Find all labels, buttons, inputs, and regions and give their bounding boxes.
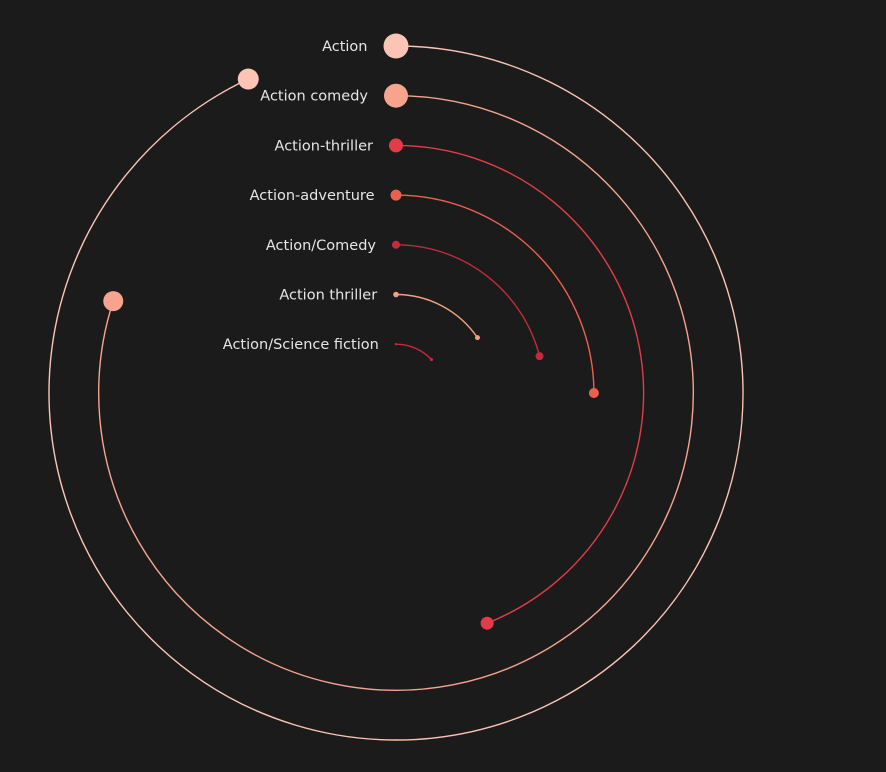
- end-dot-action-science-fiction: [430, 358, 434, 362]
- category-label-action-science-fiction: Action/Science fiction: [223, 337, 379, 353]
- end-dot-action-thriller: [474, 335, 480, 341]
- start-dot-action-thriller: [389, 138, 403, 153]
- arc-action-thriller: [395, 144, 645, 624]
- arc-action-adventure: [395, 194, 595, 394]
- arc-action-comedy: [98, 95, 694, 691]
- end-dot-action-thriller: [480, 616, 494, 630]
- end-dot-action-comedy: [103, 291, 124, 312]
- category-label-action-adventure: Action-adventure: [250, 188, 375, 204]
- arcs-layer: [48, 33, 744, 741]
- end-dot-action-comedy: [535, 352, 544, 361]
- start-dot-action: [383, 33, 409, 59]
- category-label-action-thriller: Action thriller: [279, 288, 377, 304]
- start-dot-action-science-fiction: [394, 343, 398, 346]
- category-label-action-comedy: Action/Comedy: [266, 238, 377, 254]
- start-dot-action-adventure: [390, 189, 402, 201]
- category-label-action: Action: [322, 39, 367, 55]
- start-dot-action-thriller: [393, 291, 399, 298]
- arc-action-science-fiction: [395, 343, 433, 361]
- end-dot-action-adventure: [588, 388, 599, 398]
- arc-action-thriller: [395, 293, 479, 339]
- category-label-action-thriller: Action-thriller: [275, 138, 373, 154]
- radial-bar-chart: Action Action comedy Action-thriller Action…: [0, 0, 886, 772]
- arc-action-comedy: [395, 244, 541, 357]
- start-dot-action-comedy: [384, 83, 408, 108]
- start-dot-action-comedy: [392, 240, 400, 249]
- category-label-action-comedy: Action comedy: [260, 89, 368, 105]
- end-dot-action: [237, 68, 259, 90]
